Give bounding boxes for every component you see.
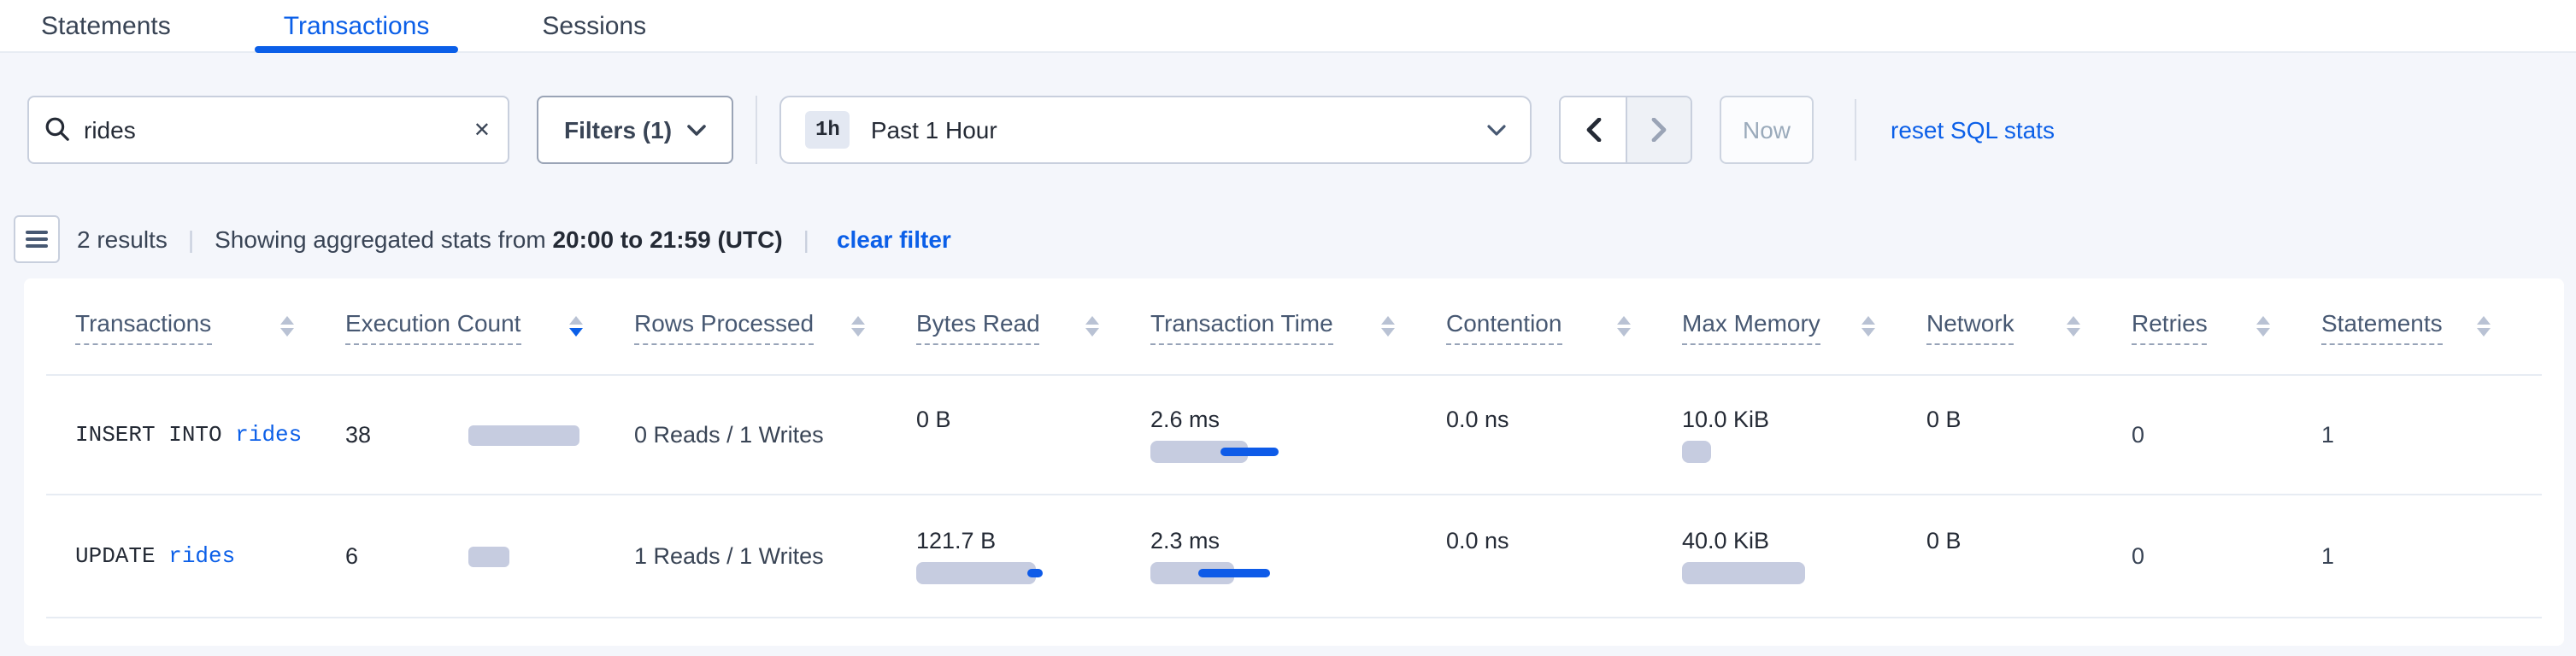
- controls-row: ✕ Filters (1) 1h Past 1 Hour: [0, 96, 2576, 164]
- max-memory-cell: 10.0 KiB: [1682, 376, 1926, 494]
- retries-cell: 0: [2132, 376, 2321, 494]
- sort-icons: [1085, 316, 1099, 337]
- column-header-bytes-read[interactable]: Bytes Read: [916, 278, 1150, 374]
- filters-label: Filters (1): [564, 116, 672, 144]
- now-button[interactable]: Now: [1720, 96, 1814, 164]
- table-row: UPDATE rides 6 1 Reads / 1 Writes 121.7 …: [46, 495, 2542, 618]
- network-cell: 0 B: [1926, 495, 2132, 617]
- statements-cell: 1: [2321, 495, 2542, 617]
- rows-processed-cell: 0 Reads / 1 Writes: [634, 376, 916, 494]
- transaction-fingerprint: UPDATE rides: [75, 495, 345, 617]
- clear-filter-link[interactable]: clear filter: [837, 226, 951, 253]
- divider: [1855, 99, 1856, 161]
- contention-cell: 0.0 ns: [1446, 376, 1682, 494]
- column-header-retries[interactable]: Retries: [2132, 278, 2321, 374]
- aggregation-summary: Showing aggregated stats from 20:00 to 2…: [215, 226, 783, 253]
- sql-activity-page: Statements Transactions Sessions ✕ Filte…: [0, 0, 2576, 656]
- next-time-button[interactable]: [1626, 97, 1691, 162]
- column-selector-button[interactable]: [14, 215, 60, 263]
- hamburger-icon: [26, 231, 48, 233]
- chevron-right-icon: [1651, 118, 1667, 142]
- sort-icons: [2067, 316, 2080, 337]
- transaction-time-marker: [1198, 569, 1270, 577]
- max-memory-cell: 40.0 KiB: [1682, 495, 1926, 617]
- contention-cell: 0.0 ns: [1446, 495, 1682, 617]
- transaction-link[interactable]: rides: [168, 543, 235, 569]
- column-header-statements[interactable]: Statements: [2321, 278, 2542, 374]
- column-header-execution-count[interactable]: Execution Count: [345, 278, 634, 374]
- column-header-network[interactable]: Network: [1926, 278, 2132, 374]
- sort-icons: [569, 316, 583, 337]
- column-header-transactions[interactable]: Transactions: [75, 278, 345, 374]
- table-row: INSERT INTO rides 38 0 Reads / 1 Writes …: [46, 376, 2542, 495]
- execution-count-bar: [468, 546, 509, 566]
- chevron-down-icon: [1487, 124, 1506, 136]
- statements-cell: 1: [2321, 376, 2542, 494]
- results-count: 2 results: [77, 226, 168, 253]
- column-header-contention[interactable]: Contention: [1446, 278, 1682, 374]
- content-area: ✕ Filters (1) 1h Past 1 Hour: [0, 53, 2576, 656]
- search-box: ✕: [27, 96, 509, 164]
- search-icon: [44, 116, 70, 142]
- column-header-transaction-time[interactable]: Transaction Time: [1150, 278, 1446, 374]
- results-bar: 2 results | Showing aggregated stats fro…: [0, 215, 2576, 263]
- sort-icons: [1381, 316, 1395, 337]
- bytes-read-marker: [1027, 569, 1043, 577]
- time-range-label: Past 1 Hour: [871, 116, 1467, 144]
- chevron-left-icon: [1585, 118, 1601, 142]
- time-nav-group: [1559, 96, 1692, 164]
- tab-statements[interactable]: Statements: [41, 0, 171, 51]
- table-header-row: Transactions Execution Count Rows Proces…: [46, 278, 2542, 376]
- bytes-read-bar: [916, 562, 1036, 584]
- transactions-table-card: Transactions Execution Count Rows Proces…: [24, 278, 2564, 646]
- execution-count-cell: 6: [345, 495, 634, 617]
- max-memory-bar: [1682, 441, 1711, 463]
- sort-icons: [851, 316, 865, 337]
- tab-sessions[interactable]: Sessions: [542, 0, 646, 51]
- divider: |: [803, 226, 809, 253]
- sort-icons: [280, 316, 294, 337]
- transaction-time-cell: 2.6 ms: [1150, 376, 1446, 494]
- bytes-read-cell: 121.7 B: [916, 495, 1150, 617]
- transaction-time-marker: [1220, 448, 1279, 455]
- execution-count-bar: [468, 425, 579, 445]
- transaction-link[interactable]: rides: [235, 422, 302, 448]
- prev-time-button[interactable]: [1561, 97, 1626, 162]
- search-input[interactable]: [27, 96, 509, 164]
- filters-button[interactable]: Filters (1): [537, 96, 733, 164]
- sort-icons: [2477, 316, 2491, 337]
- sort-icons: [1861, 316, 1875, 337]
- reset-sql-stats-link[interactable]: reset SQL stats: [1891, 116, 2055, 144]
- sort-icons: [1617, 316, 1631, 337]
- retries-cell: 0: [2132, 495, 2321, 617]
- time-picker[interactable]: 1h Past 1 Hour: [779, 96, 1532, 164]
- sort-icons: [2256, 316, 2270, 337]
- transaction-time-cell: 2.3 ms: [1150, 495, 1446, 617]
- max-memory-bar: [1682, 562, 1805, 584]
- column-header-rows-processed[interactable]: Rows Processed: [634, 278, 916, 374]
- time-range-text: 20:00 to 21:59 (UTC): [552, 226, 782, 253]
- time-range-badge: 1h: [805, 111, 850, 149]
- chevron-down-icon: [687, 124, 706, 136]
- tab-bar: Statements Transactions Sessions: [0, 0, 2576, 53]
- tab-transactions[interactable]: Transactions: [284, 0, 430, 51]
- bytes-read-cell: 0 B: [916, 376, 1150, 494]
- clear-search-icon[interactable]: ✕: [473, 116, 491, 144]
- divider: |: [188, 226, 194, 253]
- network-cell: 0 B: [1926, 376, 2132, 494]
- rows-processed-cell: 1 Reads / 1 Writes: [634, 495, 916, 617]
- divider: [756, 96, 757, 164]
- column-header-max-memory[interactable]: Max Memory: [1682, 278, 1926, 374]
- execution-count-cell: 38: [345, 376, 634, 494]
- transaction-fingerprint: INSERT INTO rides: [75, 376, 345, 494]
